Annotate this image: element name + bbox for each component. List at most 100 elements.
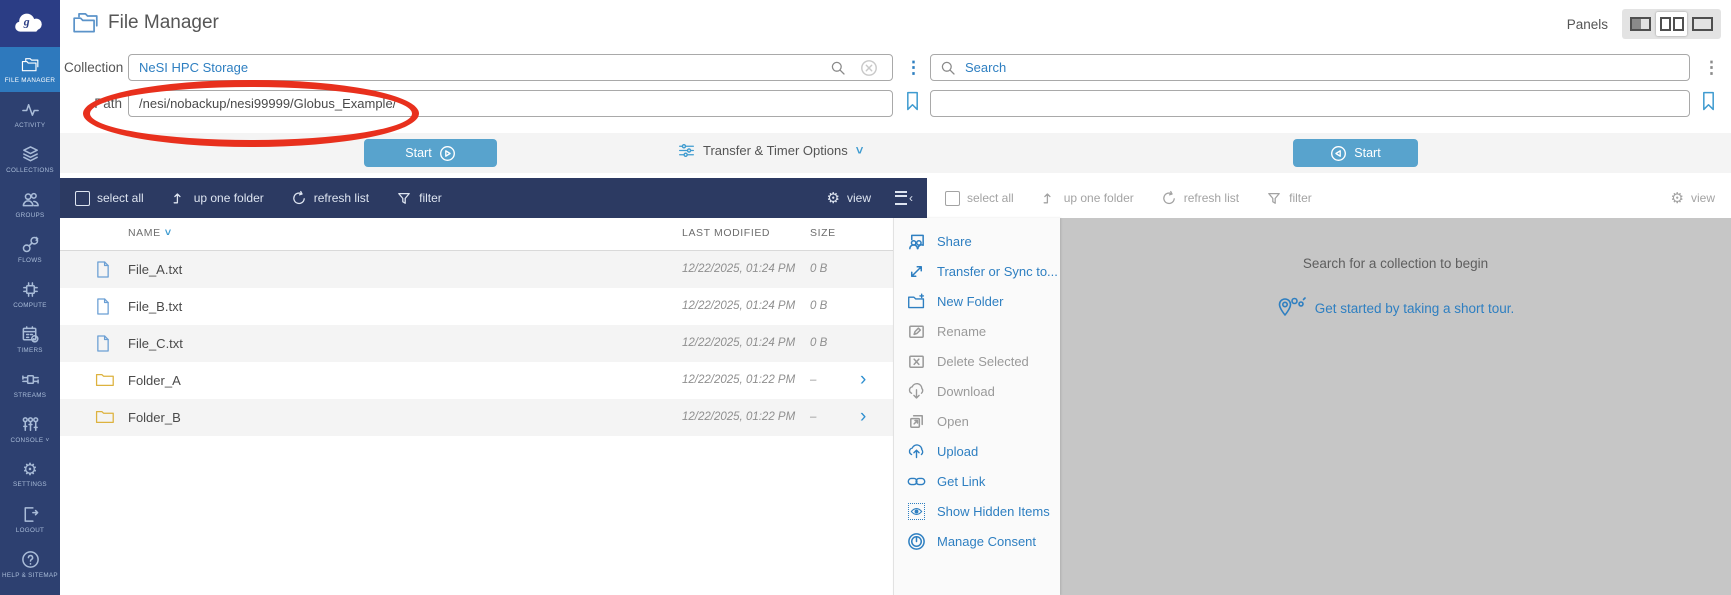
column-last-modified[interactable]: LAST MODIFIED [682,227,770,239]
collection-menu-kebab-icon[interactable]: ⋮ [905,59,922,76]
file-row[interactable]: File_B.txt 12/22/2025, 01:24 PM 0 B [60,288,893,325]
sidebar-item-groups[interactable]: GROUPS [0,182,60,227]
collapse-actions-button[interactable]: ‹ [895,191,913,205]
folder-icon [95,408,114,424]
action-open[interactable]: Open [894,406,1060,436]
view-button[interactable]: ⚙ view [827,191,871,206]
column-name[interactable]: NAME˅ [128,227,172,239]
open-folder-chevron-icon[interactable]: › [860,406,866,428]
action-new-folder[interactable]: New Folder [894,286,1060,316]
open-folder-chevron-icon[interactable]: › [860,369,866,391]
select-all-control-disabled[interactable]: select all [945,191,1014,206]
file-row[interactable]: File_A.txt 12/22/2025, 01:24 PM 0 B [60,251,893,288]
sidebar-item-label: COMPUTE [13,302,47,309]
main-content: File Manager Panels Collection [60,0,1731,595]
action-manage-consent[interactable]: Manage Consent [894,526,1060,556]
folder-modified: 12/22/2025, 01:22 PM [682,374,795,386]
sidebar-item-help-sitemap[interactable]: HELP & SITEMAP [0,542,60,587]
select-all-control[interactable]: select all [75,191,144,206]
destination-toolbar: select all up one folder refresh list fi… [927,178,1731,218]
sidebar-item-label: COLLECTIONS [6,167,54,174]
select-all-checkbox[interactable] [945,191,960,206]
sidebar-item-logout[interactable]: LOGOUT [0,497,60,542]
action-label: Delete Selected [937,354,1029,369]
column-size[interactable]: SIZE [810,227,836,239]
filter-button[interactable]: filter [396,190,442,206]
collection-input[interactable] [128,54,893,81]
wide-panel-button[interactable] [1687,12,1718,36]
dotted-box [908,503,925,520]
clear-collection-icon[interactable] [860,59,878,77]
filter-label: filter [419,191,442,205]
folder-size: – [810,374,816,386]
sidebar-item-console[interactable]: CONSOLE ˅ [0,407,60,452]
endpoint-inputs-section: Collection ⋮ ⋮ Path [60,47,1731,133]
power-icon [907,532,926,551]
transfer-timer-options-toggle[interactable]: Transfer & Timer Options ˅ [678,142,863,159]
file-icon [95,260,111,279]
sidebar-item-label: STREAMS [14,392,47,399]
tour-link-label: Get started by taking a short tour. [1315,301,1515,316]
refresh-list-button[interactable]: refresh list [291,190,369,206]
destination-path-input[interactable] [930,90,1690,117]
filter-button-disabled[interactable]: filter [1266,190,1312,206]
refresh-icon [1161,190,1177,206]
gear-icon: ⚙ [22,461,37,478]
action-get-link[interactable]: Get Link [894,466,1060,496]
eye-icon [910,505,923,518]
action-delete-selected[interactable]: Delete Selected [894,346,1060,376]
collection-label: Collection [64,60,122,75]
start-transfer-right-button[interactable]: Start [1293,139,1418,167]
action-share[interactable]: Share [894,226,1060,256]
tour-link[interactable]: Get started by taking a short tour. [1060,296,1731,320]
globus-logo[interactable]: g [0,0,60,47]
destination-search-input[interactable] [930,54,1690,81]
destination-empty-panel: Search for a collection to begin Get sta… [1060,218,1731,595]
sidebar-item-file-manager[interactable]: FILE MANAGER [0,47,60,92]
refresh-list-button-disabled[interactable]: refresh list [1161,190,1239,206]
folder-row[interactable]: Folder_B 12/22/2025, 01:22 PM – › [60,399,893,436]
bookmark-icon[interactable] [905,90,920,112]
single-panel-button[interactable] [1625,12,1656,36]
action-rename[interactable]: Rename [894,316,1060,346]
rename-icon [907,322,926,341]
panels-button-group [1622,9,1721,39]
up-one-folder-button-disabled[interactable]: up one folder [1041,190,1134,206]
sidebar-item-activity[interactable]: ACTIVITY [0,92,60,137]
chevron-down-icon: ˅ [856,143,864,158]
action-label: New Folder [937,294,1003,309]
sidebar-item-flows[interactable]: FLOWS [0,227,60,272]
view-button-disabled[interactable]: ⚙ view [1671,191,1715,206]
start-transfer-left-button[interactable]: Start [364,139,497,167]
action-upload[interactable]: Upload [894,436,1060,466]
path-input[interactable] [128,90,893,117]
action-label: Transfer or Sync to... [937,264,1058,279]
action-label: Get Link [937,474,985,489]
console-icon [21,415,40,434]
file-size: 0 B [810,263,827,275]
up-one-folder-button[interactable]: up one folder [171,190,264,206]
action-download[interactable]: Download [894,376,1060,406]
sidebar-item-streams[interactable]: STREAMS [0,362,60,407]
action-transfer-or-sync[interactable]: Transfer or Sync to... [894,256,1060,286]
select-all-checkbox[interactable] [75,191,90,206]
sidebar-item-label: GROUPS [15,212,44,219]
search-icon[interactable] [830,60,846,76]
sidebar-item-timers[interactable]: TIMERS [0,317,60,362]
logout-icon [21,505,40,524]
dual-panel-icon [1660,17,1684,31]
action-show-hidden-items[interactable]: Show Hidden Items [894,496,1060,526]
bookmark-icon[interactable] [1701,90,1716,112]
folder-row[interactable]: Folder_A 12/22/2025, 01:22 PM – › [60,362,893,399]
view-label: view [1691,191,1715,205]
destination-menu-kebab-icon[interactable]: ⋮ [1703,59,1720,76]
sidebar-item-label: TIMERS [17,347,43,354]
file-row[interactable]: File_C.txt 12/22/2025, 01:24 PM 0 B [60,325,893,362]
sidebar-item-settings[interactable]: ⚙ SETTINGS [0,452,60,497]
gear-icon: ⚙ [1671,191,1684,206]
sidebar-item-collections[interactable]: COLLECTIONS [0,137,60,182]
empty-panel-message: Search for a collection to begin [1060,256,1731,271]
sidebar-item-compute[interactable]: COMPUTE [0,272,60,317]
dual-panel-button[interactable] [1656,12,1687,36]
groups-icon [21,190,40,209]
